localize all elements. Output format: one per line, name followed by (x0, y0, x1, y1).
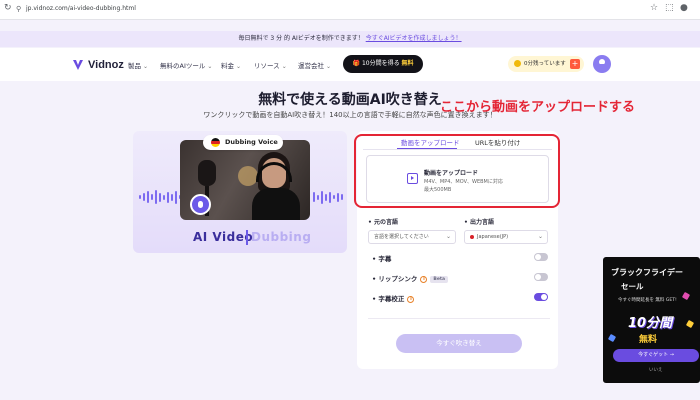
ai-video-label: AI Video (193, 230, 254, 244)
cta-label: 10分間を得る (361, 60, 400, 67)
credits-text: 0分残っています (524, 61, 566, 67)
nav-item-products[interactable]: 製品 ⌄ (128, 60, 148, 70)
lipsync-option-label: • リップシンク i Beta (372, 273, 449, 283)
lipsync-toggle[interactable] (534, 273, 548, 281)
nav-label: 無料のAIツール (160, 62, 206, 70)
user-avatar[interactable] (593, 55, 611, 73)
chevron-down-icon: ⌄ (326, 63, 332, 70)
soundwave-icon (139, 189, 181, 205)
promo-headline: 10分間 (628, 316, 673, 331)
upload-annotation: ここから動画をアップロードする (440, 100, 636, 115)
target-language-text: 出力言語 (469, 219, 494, 226)
subtitle-toggle[interactable] (534, 253, 548, 261)
black-friday-promo: ブラックフライデー セール 今すぐ時間延長を 無料 GET! 10分間 無料 今… (603, 257, 700, 383)
get-10-minutes-button[interactable]: 🎁 10分間を得る 無料 (343, 55, 423, 73)
subtitle-proofread-text: 字幕校正 (378, 295, 405, 303)
subtitle-option-row: • 字幕 (368, 251, 550, 265)
chevron-down-icon: ⌄ (207, 63, 213, 70)
site-info-icon[interactable]: ⚲ (16, 5, 21, 13)
announcement-bar: 毎日無料で 3 分 的 AIビデオを制作できます！ 今すぐAIビデオを作成しまし… (0, 31, 700, 47)
gift-icon: 🎁 (352, 60, 360, 67)
japan-flag-icon (470, 234, 474, 239)
microphone-icon (190, 194, 211, 215)
nav-item-pricing[interactable]: 料金 ⌄ (221, 60, 241, 70)
nav-label: 製品 (128, 62, 141, 70)
dubbing-voice-label: Dubbing Voice (225, 138, 278, 146)
announcement-link[interactable]: 今すぐAIビデオを作成しましょう！ (366, 35, 462, 42)
bookmark-star-icon[interactable]: ☆ (650, 3, 658, 13)
target-language-label: • 出力言語 (464, 219, 494, 226)
target-language-select[interactable]: Japanese(JP) ⌄ (464, 230, 548, 244)
subtitle-proofread-option-row: • 字幕校正 i (368, 291, 550, 305)
german-flag-icon (211, 138, 220, 147)
chevron-down-icon: ⌄ (143, 63, 149, 70)
subtitle-proofread-toggle[interactable] (534, 293, 548, 301)
promo-title: ブラックフライデー (611, 268, 683, 277)
promo-dismiss-link[interactable]: いいえ (649, 367, 663, 373)
promo-subtitle: セール (621, 282, 644, 291)
announcement-text: 毎日無料で 3 分 的 AIビデオを制作できます！ (238, 35, 364, 42)
dubbing-voice-badge: Dubbing Voice (203, 135, 283, 150)
nav-label: 運営会社 (298, 62, 324, 70)
soundwave-icon (313, 189, 345, 205)
beta-badge: Beta (430, 275, 449, 283)
dubbing-preview-card: Dubbing Voice AI Video Dubbing (133, 131, 347, 253)
source-language-placeholder: 言語を選択してください (374, 234, 429, 240)
info-icon[interactable]: i (420, 275, 428, 283)
nav-label: 料金 (221, 62, 234, 70)
promo-get-now-button[interactable]: 今すぐゲット → (613, 349, 699, 362)
profile-icon[interactable]: ● (680, 3, 688, 13)
upload-highlight-box (354, 134, 560, 208)
remaining-credits[interactable]: 0分残っています + (508, 56, 584, 72)
nav-item-ai-tools[interactable]: 無料のAIツール ⌄ (160, 60, 212, 70)
vidnoz-logo-icon (73, 60, 83, 70)
lipsync-text: リップシンク (378, 275, 418, 283)
subtitle-option-label: • 字幕 (372, 255, 392, 263)
nav-item-resources[interactable]: リソース ⌄ (254, 60, 287, 70)
nav-label: リソース (254, 62, 280, 70)
extensions-icon[interactable]: ⬚ (665, 3, 674, 13)
reload-icon[interactable]: ↻ (4, 3, 12, 13)
promo-free-label: 無料 (639, 335, 658, 345)
subtitle-proofread-label: • 字幕校正 i (372, 293, 415, 303)
dubbing-label: Dubbing (251, 230, 312, 244)
source-language-text: 元の言語 (373, 219, 398, 226)
logo-text: Vidnoz (88, 59, 124, 71)
cta-free-label: 無料 (401, 60, 414, 67)
confetti-icon (681, 291, 691, 301)
site-header: Vidnoz 製品 ⌄ 無料のAIツール ⌄ 料金 ⌄ リソース ⌄ 運営会社 ⌄ 🎁 10… (0, 48, 700, 81)
chevron-down-icon: ⌄ (236, 63, 242, 70)
chevron-down-icon: ⌄ (537, 233, 543, 240)
chevron-down-icon: ⌄ (445, 233, 451, 240)
target-language-value: Japanese(JP) (477, 234, 509, 240)
browser-address-bar: ↻ ⚲ jp.vidnoz.com/ai-video-dubbing.html … (0, 0, 700, 20)
confetti-icon (607, 333, 617, 343)
promo-description: 今すぐ時間延長を 無料 GET! (618, 298, 677, 303)
confetti-icon (685, 319, 695, 329)
page-title: 無料で使える動画AI吹き替え (258, 92, 442, 108)
url-field[interactable]: jp.vidnoz.com/ai-video-dubbing.html (26, 5, 136, 12)
source-language-label: • 元の言語 (368, 219, 398, 226)
vidnoz-logo[interactable]: Vidnoz (72, 57, 124, 73)
nav-item-company[interactable]: 運営会社 ⌄ (298, 60, 331, 70)
add-credits-icon[interactable]: + (570, 59, 580, 69)
dub-now-button[interactable]: 今すぐ吹き替え (396, 334, 522, 353)
info-icon[interactable]: i (407, 295, 415, 303)
chevron-down-icon: ⌄ (281, 63, 287, 70)
subtitle-text: 字幕 (378, 255, 392, 263)
label-divider (246, 230, 248, 245)
lipsync-option-row: • リップシンク i Beta (368, 271, 550, 285)
source-language-select[interactable]: 言語を選択してください ⌄ (368, 230, 456, 244)
coin-icon (514, 60, 521, 67)
options-divider (368, 318, 550, 319)
